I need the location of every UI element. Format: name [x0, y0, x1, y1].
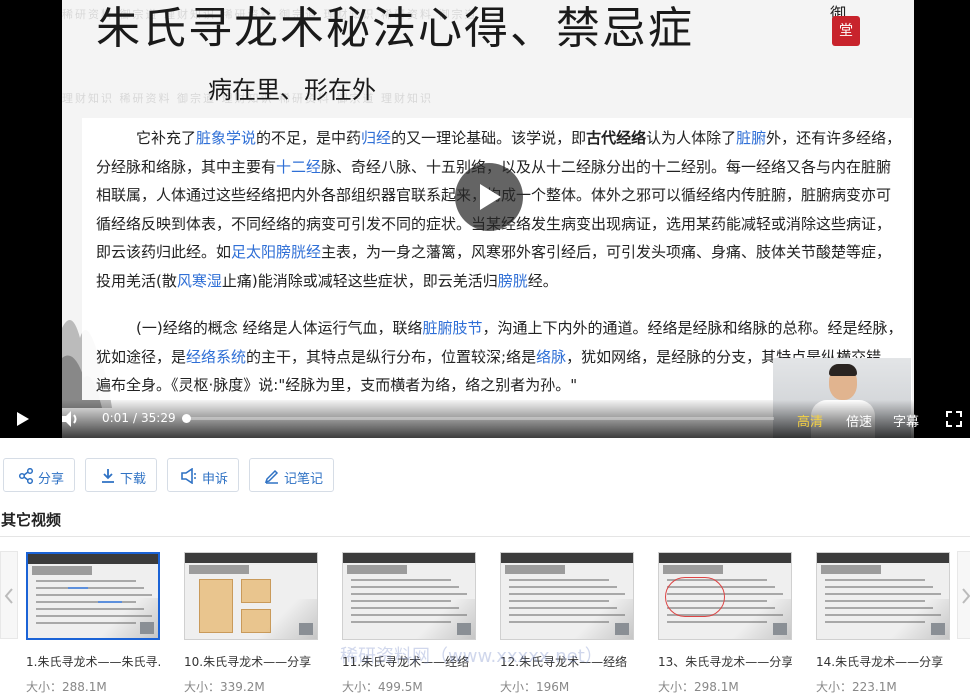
- current-time: 0:01: [102, 411, 129, 425]
- video-card[interactable]: 14.朱氏寻龙术——分享 大小：223.1M: [816, 552, 952, 694]
- video-thumbnail[interactable]: [184, 552, 318, 640]
- slide-text-span: 止痛)能消除或减轻这些症状，即云羌活归: [221, 271, 498, 290]
- video-thumbnail[interactable]: [816, 552, 950, 640]
- speed-button[interactable]: 倍速: [846, 411, 872, 430]
- progress-handle[interactable]: [182, 414, 192, 423]
- share-button[interactable]: 分享: [3, 458, 75, 492]
- notes-button[interactable]: 记笔记: [249, 458, 334, 492]
- slide-term-link: 脏象学说: [196, 129, 257, 147]
- video-thumbnail[interactable]: [342, 552, 476, 640]
- pencil-icon: [264, 469, 279, 484]
- slide-text-span: 认为人体除了: [646, 129, 737, 147]
- chevron-right-icon: [962, 588, 970, 604]
- video-card[interactable]: 10.朱氏寻龙术——分享 大小：339.2M: [184, 552, 320, 694]
- report-button[interactable]: 申诉: [167, 458, 239, 492]
- slide-term-link: 足太阳膀胱经: [231, 243, 322, 261]
- slide-text-span: 经。: [527, 271, 558, 290]
- video-card-title[interactable]: 14.朱氏寻龙术——分享: [816, 653, 950, 670]
- slide-term-link: 十二经: [276, 157, 322, 176]
- section-divider: [0, 536, 970, 537]
- video-card-size: 大小：223.1M: [816, 680, 897, 694]
- video-card-size: 大小：298.1M: [658, 680, 739, 694]
- video-thumbnail[interactable]: [26, 552, 160, 640]
- video-card[interactable]: 12.朱氏寻龙术——经络 大小：196M: [500, 552, 636, 694]
- duration: 35:29: [141, 411, 176, 425]
- download-icon: [102, 469, 114, 483]
- slide-term-link: 脏腑: [736, 129, 767, 147]
- slide-text-span: 的又一理论基础。该学说，即: [391, 129, 587, 147]
- time-separator: /: [132, 411, 137, 425]
- slide-term-link: 归经: [361, 129, 392, 147]
- video-card-title[interactable]: 11.朱氏寻龙术——经络: [342, 653, 476, 670]
- video-card-size: 大小：499.5M: [342, 680, 423, 694]
- video-card[interactable]: 13、朱氏寻龙术——分享 大小：298.1M: [658, 552, 794, 694]
- slide-subtitle: 病在里、形在外: [208, 76, 376, 104]
- seal-logo: 御 堂: [830, 0, 890, 52]
- slide-text-span: 的主干，其特点是纵行分布，位置较深;络是: [246, 347, 537, 366]
- video-player[interactable]: 稀研资料 御宗道 理财知识 稀研资料 御宗道 理财知识 稀研资料 御宗道 理财知…: [0, 0, 970, 438]
- slide-text-span: 的不足，是中药: [256, 129, 362, 147]
- slide-term-link: 络脉: [536, 347, 567, 366]
- fullscreen-icon[interactable]: [946, 411, 962, 427]
- video-card-title[interactable]: 10.朱氏寻龙术——分享: [184, 653, 318, 670]
- slide-title: 朱氏寻龙术秘法心得、禁忌症: [96, 3, 694, 54]
- quality-button[interactable]: 高清: [797, 411, 823, 430]
- notes-label: 记笔记: [284, 472, 324, 487]
- big-play-button[interactable]: [455, 163, 523, 231]
- video-thumbnail[interactable]: [658, 552, 792, 640]
- slide-term-link: 风寒湿: [176, 271, 222, 290]
- carousel-next-button[interactable]: [957, 551, 970, 639]
- time-display: 0:01/ 35:29: [100, 411, 178, 425]
- video-card-title[interactable]: 1.朱氏寻龙术——朱氏寻...: [26, 653, 160, 670]
- video-card-title[interactable]: 12.朱氏寻龙术——经络: [500, 653, 634, 670]
- megaphone-icon: [181, 468, 196, 484]
- slide-text-span: (一)经络的概念 经络是人体运行气血，联络: [136, 319, 423, 337]
- download-label: 下载: [120, 472, 147, 487]
- share-label: 分享: [38, 472, 65, 487]
- chevron-left-icon: [4, 588, 13, 604]
- slide-watermark-row: 理财知识 稀研资料 御宗道 理财知识 稀研资料 御宗道 理财知识: [62, 92, 433, 105]
- video-thumbnail[interactable]: [500, 552, 634, 640]
- download-button[interactable]: 下载: [85, 458, 157, 492]
- control-bar: 0:01/ 35:29 高清 倍速 字幕: [0, 400, 970, 438]
- slide-term-link: 膀胱: [497, 271, 528, 290]
- play-icon[interactable]: [16, 411, 30, 427]
- slide-term-link: 经络系统: [186, 347, 247, 366]
- seal-mark: 堂: [832, 16, 860, 46]
- slide-text-span: 它补充了: [136, 129, 197, 147]
- carousel-prev-button[interactable]: [0, 551, 18, 639]
- share-icon: [18, 468, 34, 484]
- progress-bar[interactable]: [186, 417, 774, 420]
- video-card[interactable]: 1.朱氏寻龙术——朱氏寻... 大小：288.1M: [26, 552, 162, 694]
- subtitle-button[interactable]: 字幕: [893, 411, 919, 430]
- play-icon: [480, 184, 501, 210]
- slide-term-link: 脏腑肢节: [422, 319, 483, 337]
- slide-text-span: 古代经络: [586, 129, 647, 147]
- video-card-size: 大小：196M: [500, 680, 570, 694]
- other-videos-heading: 其它视频: [1, 511, 62, 529]
- volume-icon[interactable]: [60, 409, 82, 429]
- report-label: 申诉: [202, 472, 229, 487]
- video-card-size: 大小：288.1M: [26, 680, 107, 694]
- video-card[interactable]: 11.朱氏寻龙术——经络 大小：499.5M: [342, 552, 478, 694]
- video-card-title[interactable]: 13、朱氏寻龙术——分享: [658, 653, 792, 670]
- video-card-size: 大小：339.2M: [184, 680, 265, 694]
